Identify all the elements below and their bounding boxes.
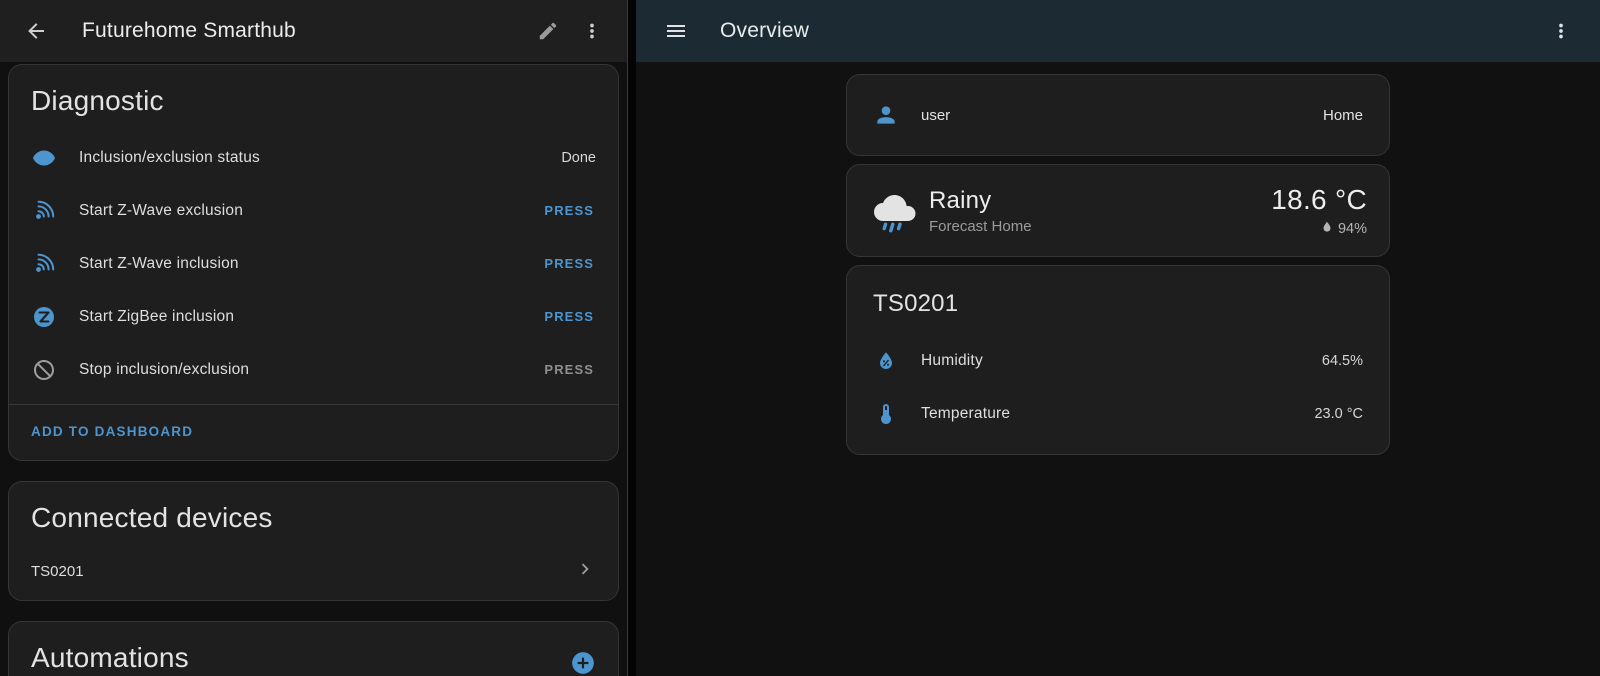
edit-button[interactable]	[531, 14, 565, 48]
weather-humidity-row: 94%	[1271, 220, 1367, 238]
pencil-icon	[537, 20, 559, 42]
user-card[interactable]: user Home	[846, 74, 1390, 156]
plus-circle-icon	[570, 650, 596, 676]
zigbee-icon	[31, 304, 57, 330]
entity-row-value: 23.0 °C	[1314, 406, 1363, 422]
entity-row-inclusion-status[interactable]: Inclusion/exclusion status Done	[9, 131, 618, 184]
chevron-right-icon	[574, 558, 596, 585]
weather-readings: 18.6 °C 94%	[1271, 184, 1367, 238]
diagnostic-card: Diagnostic Inclusion/exclusion status Do…	[8, 64, 619, 461]
entity-row-zwave-inclusion[interactable]: Start Z-Wave inclusion PRESS	[9, 237, 618, 290]
z-wave-icon	[31, 198, 57, 224]
entity-row-value: 64.5%	[1322, 353, 1363, 369]
entity-row-zigbee-inclusion[interactable]: Start ZigBee inclusion PRESS	[9, 290, 618, 343]
automations-card-title: Automations	[9, 622, 211, 676]
panel-divider	[628, 0, 636, 676]
dashboard-content: user Home	[636, 62, 1600, 676]
z-wave-icon	[31, 251, 57, 277]
user-state: Home	[1323, 107, 1363, 124]
entity-row-label: Humidity	[921, 352, 1300, 370]
device-card-title: TS0201	[847, 266, 1389, 334]
weather-humidity-value: 94%	[1338, 221, 1367, 237]
entity-row-temperature[interactable]: Temperature 23.0 °C	[847, 387, 1389, 440]
entity-row-label: Stop inclusion/exclusion	[79, 361, 520, 379]
press-button-zwave-exclusion[interactable]: PRESS	[542, 197, 596, 224]
eye-icon	[31, 145, 57, 171]
back-button[interactable]	[18, 13, 54, 49]
weather-subtitle: Forecast Home	[929, 218, 1271, 235]
press-button-zwave-inclusion[interactable]: PRESS	[542, 250, 596, 277]
entity-row-label: Inclusion/exclusion status	[79, 149, 539, 167]
card-stack: user Home	[846, 74, 1390, 463]
water-percent-icon	[1320, 220, 1334, 238]
weather-pouring-icon	[869, 186, 919, 236]
left-overflow-menu-button[interactable]	[575, 14, 609, 48]
account-icon	[873, 102, 899, 128]
right-appbar: Overview	[636, 0, 1600, 62]
right-appbar-title: Overview	[720, 19, 809, 43]
entity-row-value: Done	[561, 150, 596, 166]
automations-card: Automations	[8, 621, 619, 676]
hamburger-menu-button[interactable]	[658, 13, 694, 49]
entity-row-label: Start ZigBee inclusion	[79, 308, 520, 326]
app-window: Futurehome Smarthub Diagnostic	[0, 0, 1600, 676]
arrow-left-icon	[24, 19, 48, 43]
left-content: Diagnostic Inclusion/exclusion status Do…	[0, 62, 627, 676]
left-appbar: Futurehome Smarthub	[0, 0, 627, 62]
dots-vertical-icon	[581, 20, 603, 42]
hamburger-menu-icon	[664, 19, 688, 43]
weather-text: Rainy Forecast Home	[929, 187, 1271, 235]
device-page-panel: Futurehome Smarthub Diagnostic	[0, 0, 628, 676]
diagnostic-card-title: Diagnostic	[9, 65, 618, 131]
overview-panel: Overview user Home	[636, 0, 1600, 676]
add-automation-button[interactable]	[564, 644, 602, 676]
entity-row-label: Temperature	[921, 405, 1292, 423]
weather-card[interactable]: Rainy Forecast Home 18.6 °C 94%	[846, 164, 1390, 257]
right-overflow-menu-button[interactable]	[1544, 14, 1578, 48]
weather-temperature: 18.6 °C	[1271, 184, 1367, 216]
press-button-zigbee-inclusion[interactable]: PRESS	[542, 303, 596, 330]
device-card-ts0201: TS0201 Humidity 64.5%	[846, 265, 1390, 455]
weather-condition: Rainy	[929, 187, 1271, 215]
entity-row-stop-inclusion[interactable]: Stop inclusion/exclusion PRESS	[9, 343, 618, 396]
connected-devices-card: Connected devices TS0201	[8, 481, 619, 601]
entity-row-zwave-exclusion[interactable]: Start Z-Wave exclusion PRESS	[9, 184, 618, 237]
add-to-dashboard-button[interactable]: ADD TO DASHBOARD	[31, 422, 193, 441]
entity-row-humidity[interactable]: Humidity 64.5%	[847, 334, 1389, 387]
thermometer-icon	[873, 401, 899, 427]
user-name: user	[921, 107, 1323, 124]
connected-device-label: TS0201	[31, 563, 574, 580]
diagnostic-card-actions: ADD TO DASHBOARD	[9, 405, 618, 460]
connected-device-row[interactable]: TS0201	[9, 548, 618, 600]
cancel-icon	[31, 357, 57, 383]
entity-row-label: Start Z-Wave inclusion	[79, 255, 520, 273]
press-button-stop-inclusion[interactable]: PRESS	[542, 356, 596, 383]
automations-card-header: Automations	[9, 622, 618, 676]
left-appbar-title: Futurehome Smarthub	[82, 19, 296, 43]
connected-devices-card-title: Connected devices	[9, 482, 618, 548]
water-percent-icon	[873, 348, 899, 374]
entity-row-label: Start Z-Wave exclusion	[79, 202, 520, 220]
dots-vertical-icon	[1550, 20, 1572, 42]
